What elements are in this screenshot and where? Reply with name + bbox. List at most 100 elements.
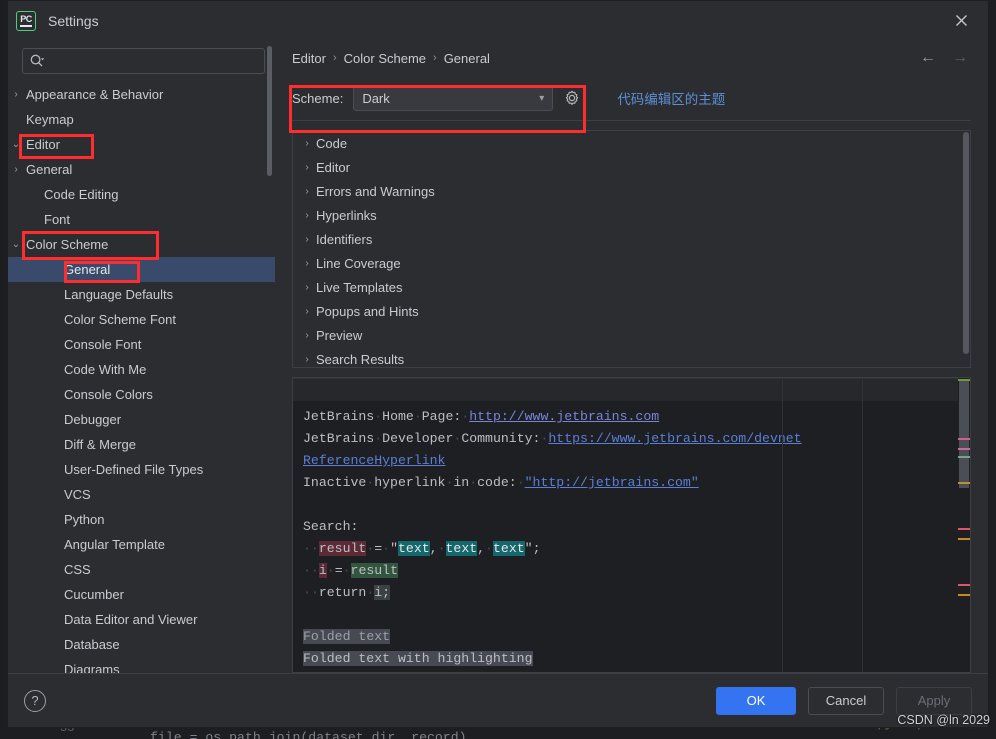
preview-line: Inactive·hyperlink·in·code:·"http://jetb…: [303, 475, 699, 490]
dialog-title: Settings: [48, 12, 99, 29]
sidebar-item-label: Code Editing: [44, 187, 119, 202]
chevron-right-icon[interactable]: ›: [298, 330, 316, 341]
preview-vertical-guide: [862, 378, 863, 672]
sidebar-item-python[interactable]: Python: [8, 507, 275, 532]
sidebar-item-label: General: [26, 162, 73, 177]
sidebar-item-console-font[interactable]: Console Font: [8, 332, 275, 357]
sidebar-item-console-colors[interactable]: Console Colors: [8, 382, 275, 407]
sidebar-item-cucumber[interactable]: Cucumber: [8, 582, 275, 607]
apply-button[interactable]: Apply: [896, 686, 972, 715]
sidebar-item-code-editing[interactable]: Code Editing: [8, 182, 275, 207]
sidebar-item-general[interactable]: General: [8, 257, 275, 282]
sidebar-item-debugger[interactable]: Debugger: [8, 407, 275, 432]
category-item-label: Editor: [316, 159, 350, 175]
chevron-right-icon[interactable]: ›: [298, 258, 316, 269]
sidebar-item-label: Diagrams: [64, 662, 120, 673]
forward-arrow-icon[interactable]: →: [952, 50, 968, 66]
breadcrumb-item-general[interactable]: General: [444, 51, 490, 66]
close-icon[interactable]: [948, 8, 974, 34]
sidebar-item-keymap[interactable]: Keymap: [8, 107, 275, 132]
search-input[interactable]: [45, 53, 258, 69]
category-list-scrollbar[interactable]: [963, 132, 969, 354]
chevron-right-icon[interactable]: ›: [298, 186, 316, 197]
watermark: CSDN @ln 2029: [897, 713, 990, 727]
stripe-mark: [958, 594, 970, 596]
category-item-label: Search Results: [316, 351, 405, 367]
category-item-errors-and-warnings[interactable]: › Errors and Warnings: [293, 179, 970, 203]
category-item-hyperlinks[interactable]: › Hyperlinks: [293, 203, 970, 227]
search-box[interactable]: [22, 48, 265, 74]
category-item-search-results[interactable]: › Search Results: [293, 347, 970, 367]
ok-button[interactable]: OK: [716, 686, 796, 715]
sidebar-item-label: Language Defaults: [64, 287, 174, 302]
sidebar-item-diagrams[interactable]: Diagrams: [8, 657, 275, 673]
chevron-down-icon[interactable]: ⌄: [8, 239, 24, 250]
gear-icon[interactable]: [563, 88, 583, 108]
sidebar-item-label: Debugger: [64, 412, 122, 427]
category-item-line-coverage[interactable]: › Line Coverage: [293, 251, 970, 275]
scheme-dropdown-value: Dark: [362, 90, 390, 106]
sidebar-item-font[interactable]: Font: [8, 207, 275, 232]
chevron-right-icon[interactable]: ›: [298, 162, 316, 173]
category-item-live-templates[interactable]: › Live Templates: [293, 275, 970, 299]
sidebar-item-database[interactable]: Database: [8, 632, 275, 657]
sidebar-item-angular-template[interactable]: Angular Template: [8, 532, 275, 557]
sidebar-item-language-defaults[interactable]: Language Defaults: [8, 282, 275, 307]
sidebar-item-label: Python: [64, 512, 105, 527]
sidebar-item-editor[interactable]: ⌄ Editor: [8, 132, 275, 157]
sidebar-item-css[interactable]: CSS: [8, 557, 275, 582]
sidebar-item-data-editor-and-viewer[interactable]: Data Editor and Viewer: [8, 607, 275, 632]
chevron-down-icon[interactable]: ⌄: [8, 139, 24, 150]
chevron-right-icon[interactable]: ›: [8, 89, 24, 100]
help-button[interactable]: ?: [24, 689, 46, 712]
sidebar-item-user-defined-file-types[interactable]: User-Defined File Types: [8, 457, 275, 482]
category-list: › Code › Editor › Errors and Warnings › Hyperli…: [292, 130, 971, 368]
sidebar-item-color-scheme-font[interactable]: Color Scheme Font: [8, 307, 275, 332]
chevron-right-icon[interactable]: ›: [298, 234, 316, 245]
sidebar-item-diff-merge[interactable]: Diff & Merge: [8, 432, 275, 457]
category-item-popups-and-hints[interactable]: › Popups and Hints: [293, 299, 970, 323]
chevron-right-icon[interactable]: ›: [298, 138, 316, 149]
back-arrow-icon[interactable]: ←: [920, 50, 936, 66]
sidebar-scrollbar[interactable]: [267, 46, 272, 176]
settings-dialog: PC Settings › Appearance & Behavior Keym…: [7, 0, 989, 728]
sidebar-item-label: Color Scheme Font: [64, 312, 176, 327]
pycharm-logo-text: PC: [20, 14, 32, 24]
preview-error-stripe[interactable]: [958, 378, 970, 672]
dialog-titlebar: PC Settings: [8, 1, 988, 40]
category-item-code[interactable]: › Code: [293, 131, 970, 155]
sidebar-item-label: Cucumber: [64, 587, 124, 602]
breadcrumb-item-editor[interactable]: Editor: [292, 51, 326, 66]
category-item-preview[interactable]: › Preview: [293, 323, 970, 347]
sidebar-item-general[interactable]: › General: [8, 157, 275, 182]
preview-line: [303, 604, 970, 626]
settings-content: Editor › Color Scheme › General ← → Sche…: [275, 40, 988, 673]
sidebar-item-code-with-me[interactable]: Code With Me: [8, 357, 275, 382]
chevron-right-icon[interactable]: ›: [8, 164, 24, 175]
sidebar-item-vcs[interactable]: VCS: [8, 482, 275, 507]
category-item-label: Live Templates: [316, 279, 403, 295]
cancel-button[interactable]: Cancel: [808, 686, 884, 715]
divider: [292, 120, 971, 121]
color-preview[interactable]: //TODO:·Visit·JB·Web·resources:JetBrains…: [292, 377, 971, 673]
chevron-right-icon[interactable]: ›: [298, 210, 316, 221]
chevron-right-icon[interactable]: ›: [298, 354, 316, 365]
dialog-body: › Appearance & Behavior Keymap ⌄ Editor › Gene…: [8, 40, 988, 673]
breadcrumb-item-color-scheme[interactable]: Color Scheme: [344, 51, 426, 66]
chevron-right-icon[interactable]: ›: [298, 306, 316, 317]
stripe-mark: [958, 584, 970, 586]
annotation-note: 代码编辑区的主题: [617, 92, 726, 107]
category-item-label: Line Coverage: [316, 255, 401, 271]
chevron-right-icon[interactable]: ›: [298, 282, 316, 293]
scheme-dropdown[interactable]: Dark ▾: [353, 85, 554, 111]
preview-line: ReferenceHyperlink: [303, 453, 446, 468]
footer-buttons: OK Cancel Apply: [716, 686, 972, 715]
stripe-mark: [958, 448, 970, 450]
sidebar-item-appearance-behavior[interactable]: › Appearance & Behavior: [8, 82, 275, 107]
sidebar-item-color-scheme[interactable]: ⌄ Color Scheme: [8, 232, 275, 257]
category-item-identifiers[interactable]: › Identifiers: [293, 227, 970, 251]
preview-scroll-thumb[interactable]: [959, 380, 969, 488]
preview-line: ··i·=·result: [303, 563, 399, 578]
sidebar-item-label: Editor: [26, 137, 60, 152]
category-item-editor[interactable]: › Editor: [293, 155, 970, 179]
